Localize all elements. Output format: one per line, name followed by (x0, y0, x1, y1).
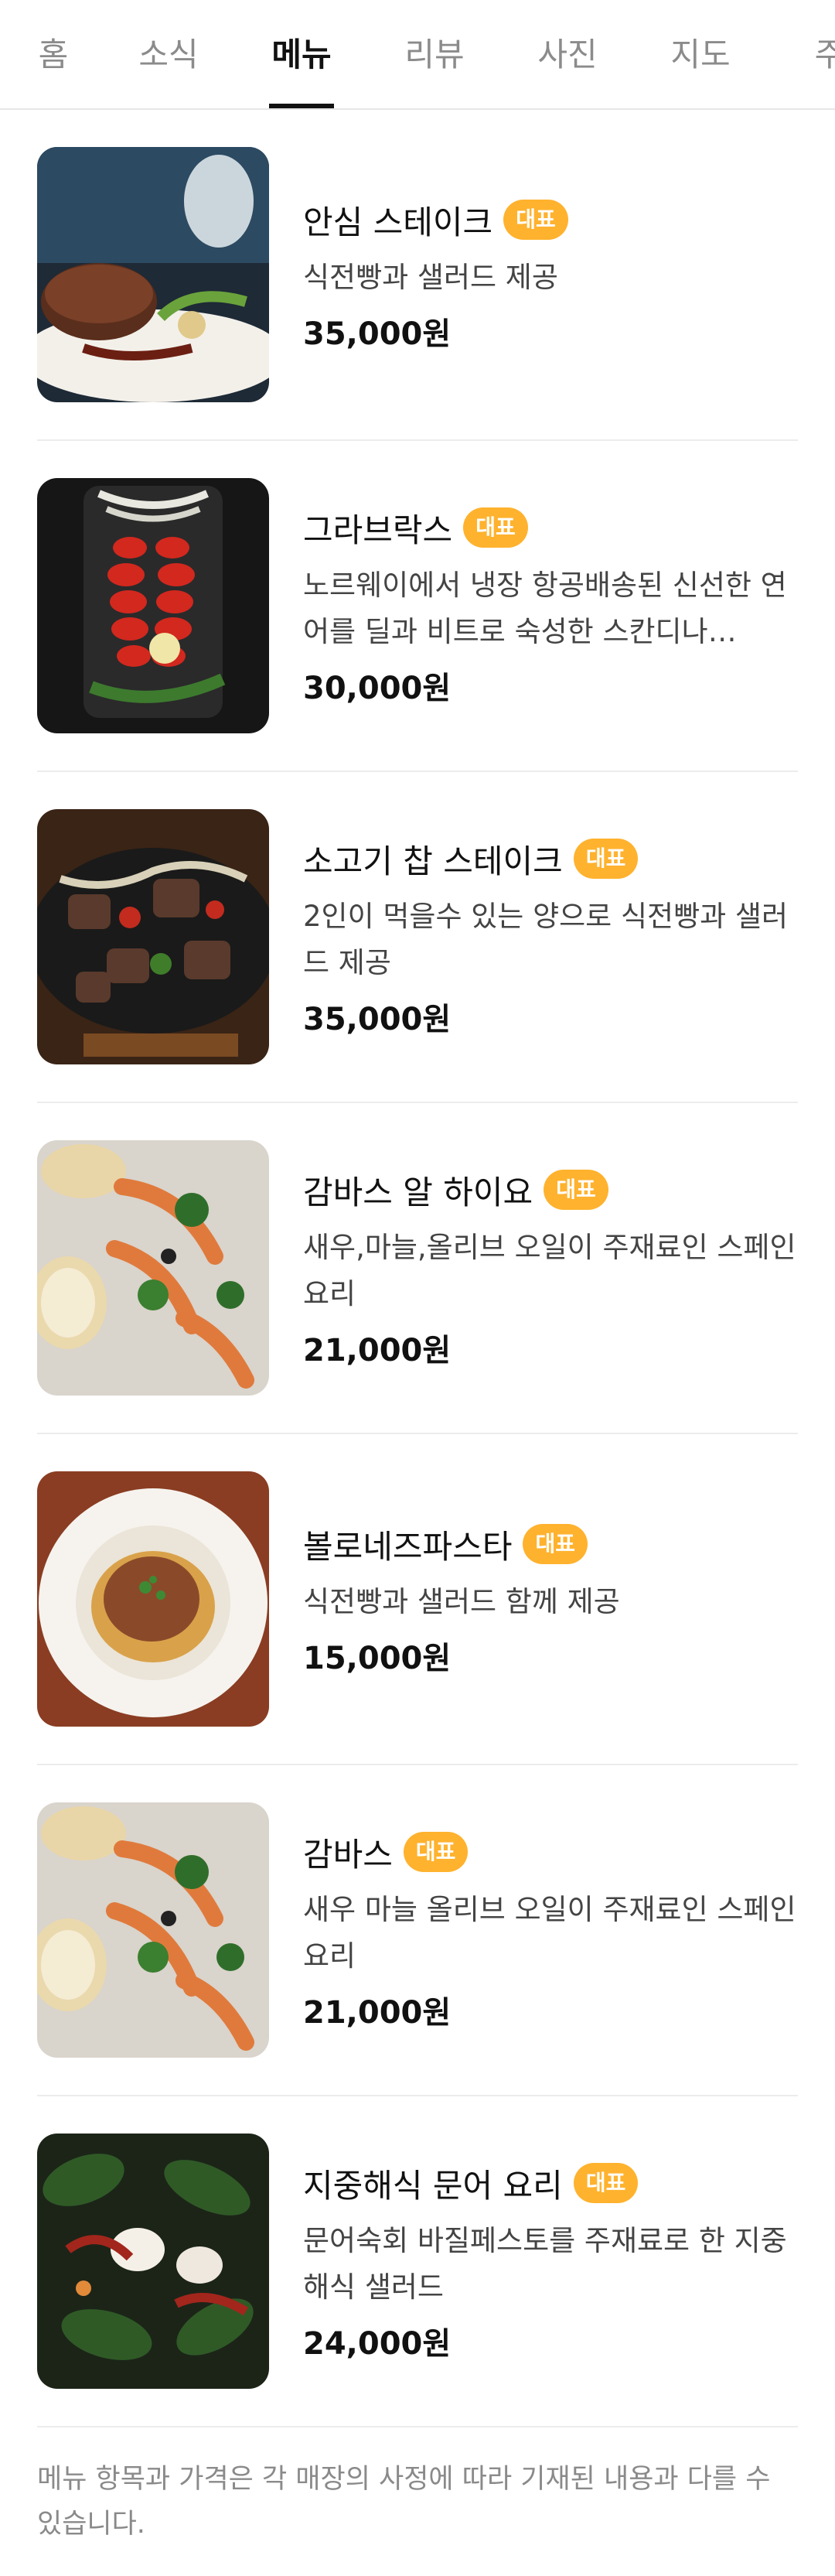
menu-item-description: 식전빵과 샐러드 제공 (303, 260, 558, 294)
steak-photo (37, 147, 269, 402)
signature-badge: 대표 (503, 200, 568, 240)
bolognese-photo (37, 1471, 269, 1727)
menu-item-name: 소고기 찹 스테이크 (303, 842, 563, 880)
gambas-photo (37, 1140, 269, 1396)
signature-badge: 대표 (573, 839, 639, 879)
menu-item-price: 35,000원 (303, 316, 452, 352)
menu-item-name: 안심 스테이크 (303, 203, 493, 241)
signature-badge: 대표 (573, 2163, 639, 2203)
menu-item[interactable]: 안심 스테이크 대표 식전빵과 샐러드 제공 35,000원 (37, 110, 798, 441)
tab-map[interactable]: 지도 (662, 0, 739, 108)
menu-item-price: 30,000원 (303, 670, 452, 706)
tab-home[interactable]: 홈 (19, 0, 88, 108)
menu-item-price: 21,000원 (303, 1332, 452, 1368)
menu-item-description: 새우 마늘 올리브 오일이 주재료인 스페인 요리 (303, 1892, 796, 1973)
signature-badge: 대표 (403, 1832, 469, 1872)
menu-item-price: 21,000원 (303, 1994, 452, 2031)
menu-item-name: 그라브락스 (303, 511, 453, 549)
gravlax-photo (37, 478, 269, 733)
tab-more[interactable]: 주 (795, 0, 835, 108)
tab-reviews[interactable]: 리뷰 (396, 0, 473, 108)
menu-item[interactable]: 소고기 찹 스테이크 대표 2인이 먹을수 있는 양으로 식전빵과 샐러드 제공… (37, 772, 798, 1103)
menu-item[interactable]: 감바스 대표 새우 마늘 올리브 오일이 주재료인 스페인 요리 21,000원 (37, 1765, 798, 2096)
menu-item-name: 볼로네즈파스타 (303, 1527, 513, 1566)
tab-menu[interactable]: 메뉴 (269, 0, 334, 108)
menu-item-name: 감바스 (303, 1835, 393, 1874)
tab-news[interactable]: 소식 (130, 0, 207, 108)
signature-badge: 대표 (544, 1170, 608, 1210)
tab-bar: 홈 소식 메뉴 리뷰 사진 지도 주 (0, 0, 835, 110)
menu-item[interactable]: 감바스 알 하이요 대표 새우,마늘,올리브 오일이 주재료인 스페인 요리 2… (37, 1103, 798, 1434)
menu-item-price: 24,000원 (303, 2325, 452, 2362)
menu-item-description: 문어숙회 바질페스토를 주재료로 한 지중해식 샐러드 (303, 2223, 787, 2304)
gambas-photo (37, 1802, 269, 2058)
menu-item[interactable]: 지중해식 문어 요리 대표 문어숙회 바질페스토를 주재료로 한 지중해식 샐러… (37, 2096, 798, 2427)
menu-item-description: 2인이 먹을수 있는 양으로 식전빵과 샐러드 제공 (303, 899, 788, 979)
menu-item[interactable]: 볼로네즈파스타 대표 식전빵과 샐러드 함께 제공 15,000원 (37, 1434, 798, 1765)
tab-photos[interactable]: 사진 (529, 0, 606, 108)
menu-item-price: 35,000원 (303, 1001, 452, 1037)
menu-item-price: 15,000원 (303, 1640, 452, 1676)
signature-badge: 대표 (463, 507, 528, 548)
chop-steak-photo (37, 809, 269, 1064)
menu-item[interactable]: 그라브락스 대표 노르웨이에서 냉장 항공배송된 신선한 연어를 딜과 비트로 … (37, 441, 798, 772)
signature-badge: 대표 (523, 1524, 588, 1564)
menu-list: 안심 스테이크 대표 식전빵과 샐러드 제공 35,000원 그라브락스 대표 … (37, 110, 798, 2427)
price-disclaimer: 메뉴 항목과 가격은 각 매장의 사정에 따라 기재된 내용과 다를 수 있습니… (37, 2464, 771, 2540)
menu-item-description: 노르웨이에서 냉장 항공배송된 신선한 연어를 딜과 비트로 숙성한 스칸디나… (303, 568, 787, 648)
menu-item-name: 감바스 알 하이요 (303, 1173, 533, 1211)
octopus-photo (37, 2134, 269, 2389)
menu-item-name: 지중해식 문어 요리 (303, 2166, 563, 2205)
menu-item-description: 식전빵과 샐러드 함께 제공 (303, 1584, 620, 1618)
menu-item-description: 새우,마늘,올리브 오일이 주재료인 스페인 요리 (303, 1230, 796, 1310)
